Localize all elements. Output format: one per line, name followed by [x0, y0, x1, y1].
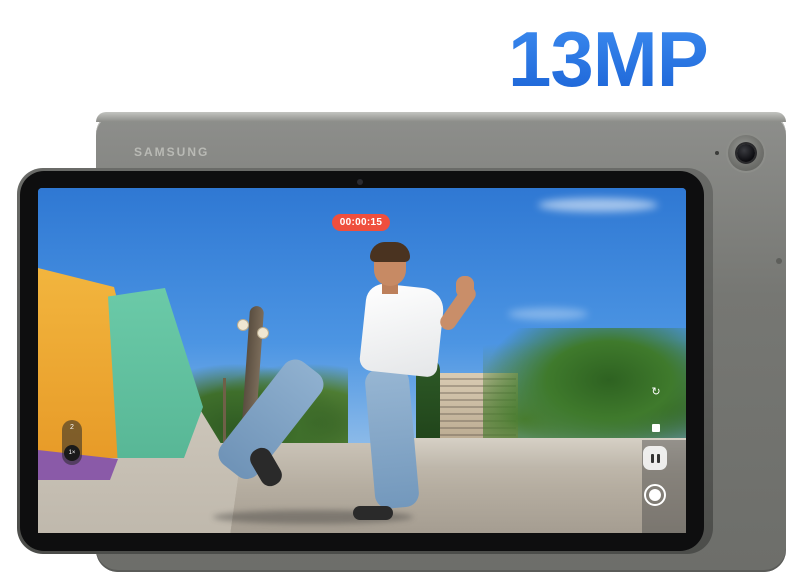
cloud: [508, 308, 588, 320]
front-camera-icon: [357, 179, 363, 185]
skater-torso: [358, 282, 446, 378]
palm-trunk: [223, 378, 226, 448]
record-icon: [649, 489, 661, 501]
flip-camera-icon[interactable]: ↻: [649, 384, 663, 398]
stop-icon[interactable]: [652, 424, 660, 432]
skater-right-shoe: [353, 506, 393, 520]
pause-button[interactable]: [643, 446, 667, 470]
flash-icon: [715, 151, 719, 155]
zoom-option-1x[interactable]: 1×: [64, 445, 80, 461]
skater-hand: [456, 276, 474, 298]
rear-camera-lens-icon: [737, 144, 755, 162]
skater-hair: [370, 242, 410, 262]
pause-icon: [650, 453, 654, 463]
camera-viewfinder[interactable]: 00:00:15 2 1× ↻: [38, 188, 686, 533]
side-button: [776, 258, 782, 264]
tablet-back-edge: [96, 112, 786, 122]
pause-icon: [656, 453, 660, 463]
brand-logo: SAMSUNG: [134, 145, 210, 159]
zoom-option-2x[interactable]: 2: [62, 424, 82, 431]
headline-13mp: 13MP: [508, 18, 778, 100]
record-button[interactable]: [644, 484, 666, 506]
skateboard-wheel: [238, 320, 248, 330]
skateboard-wheel: [258, 328, 268, 338]
cloud: [538, 198, 658, 212]
recording-timer: 00:00:15: [332, 214, 390, 231]
skatepark-ledge: [378, 438, 686, 468]
